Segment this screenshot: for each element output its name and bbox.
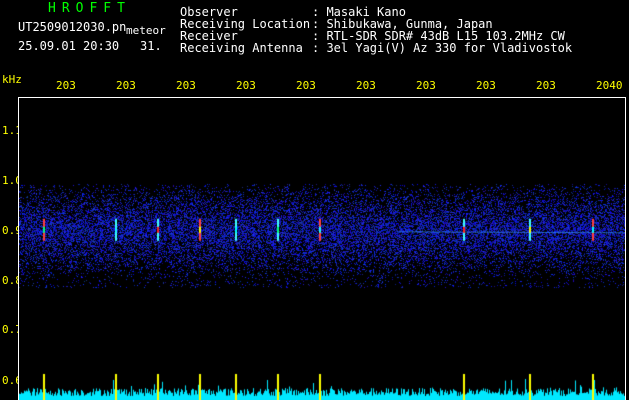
timestamp: 25.09.01 20:30	[18, 39, 120, 53]
x-tick-label: 203	[416, 79, 436, 92]
x-tick-label: 203	[236, 79, 256, 92]
axis-unit: kHz	[2, 73, 22, 86]
x-tick-label: 203	[296, 79, 316, 92]
app-title: HROFFT	[48, 1, 131, 16]
x-tick-label: 203	[476, 79, 496, 92]
x-tick-label: 203	[356, 79, 376, 92]
x-tick-label: 203	[176, 79, 196, 92]
x-tick-label: 203	[116, 79, 136, 92]
timestamp-extra: 31.	[140, 39, 162, 53]
x-tick-label: 203	[56, 79, 76, 92]
filename: UT2509012030.pn	[18, 20, 127, 34]
plot-frame	[18, 97, 626, 400]
antenna-label: Receiving Antenna	[180, 41, 303, 55]
x-tick-label: 2040	[596, 79, 623, 92]
filename-suffix: meteor	[126, 24, 166, 37]
antenna-value: : 3el Yagi(V) Az 330 for Vladivostok	[312, 41, 573, 55]
x-tick-label: 203	[536, 79, 556, 92]
